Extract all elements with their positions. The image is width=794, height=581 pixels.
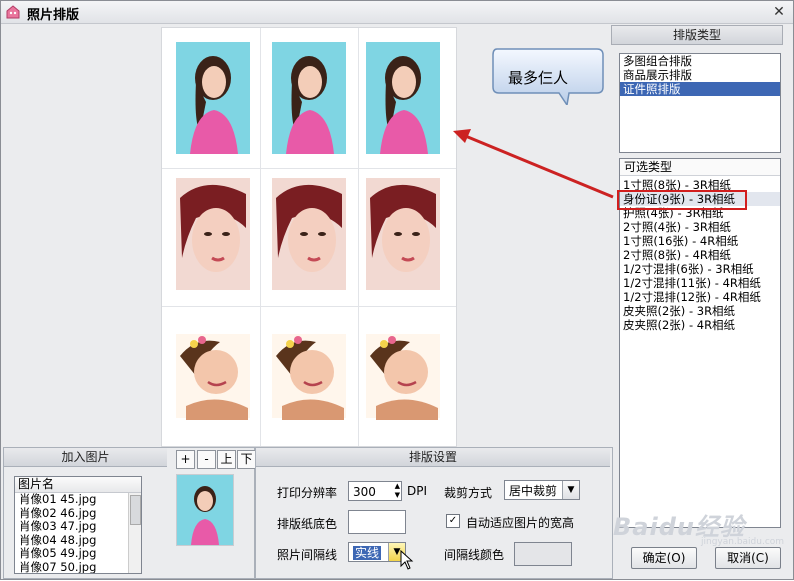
- file-list-item[interactable]: 肖像05 49.jpg: [15, 546, 141, 561]
- move-down-button[interactable]: 下: [237, 450, 256, 469]
- highlight-box: [617, 190, 747, 210]
- spacing-line-label: 照片间隔线: [277, 548, 338, 562]
- id-photo: [272, 178, 346, 290]
- add-image-button[interactable]: +: [176, 450, 195, 469]
- selectable-type-item[interactable]: 1寸照(16张) - 4R相纸: [620, 234, 780, 248]
- dpi-label: 打印分辨率: [277, 486, 338, 500]
- cancel-button[interactable]: 取消(C): [715, 547, 781, 569]
- selectable-type-item[interactable]: 1/2寸混排(12张) - 4R相纸: [620, 290, 780, 304]
- close-icon[interactable]: ✕: [771, 4, 787, 20]
- file-list-item[interactable]: 肖像03 47.jpg: [15, 519, 141, 534]
- selectable-type-item[interactable]: 2寸照(8张) - 4R相纸: [620, 248, 780, 262]
- title-bar: 照片排版 ✕: [1, 1, 793, 24]
- layout-type-title: 排版类型: [611, 25, 783, 45]
- bg-color-label: 排版纸底色: [277, 517, 338, 531]
- selectable-type-item[interactable]: 皮夹照(2张) - 4R相纸: [620, 318, 780, 332]
- id-photo: [366, 42, 440, 154]
- id-photo: [176, 316, 250, 428]
- ok-button[interactable]: 确定(O): [631, 547, 697, 569]
- selectable-type-list[interactable]: 可选类型 1寸照(8张) - 3R相纸 身份证(9张) - 3R相纸 护照(4张) …: [619, 158, 781, 528]
- selectable-type-item[interactable]: 皮夹照(2张) - 3R相纸: [620, 304, 780, 318]
- preview-sheet: [161, 27, 457, 447]
- spacing-color-swatch[interactable]: [514, 542, 572, 566]
- file-list-scrollbar[interactable]: [128, 493, 141, 573]
- id-photo: [366, 316, 440, 428]
- add-images-title: 加入图片: [4, 448, 167, 467]
- dpi-value: 300: [353, 485, 376, 499]
- file-list-item[interactable]: 肖像02 46.jpg: [15, 506, 141, 521]
- add-images-panel: 加入图片 + - 上 下 图片名 肖像01 45.jpg 肖像02 46.jpg 肖…: [3, 447, 256, 579]
- window-title: 照片排版: [27, 8, 80, 23]
- selectable-type-header: 可选类型: [620, 159, 780, 176]
- grid-divider: [162, 306, 456, 307]
- move-up-button[interactable]: 上: [217, 450, 236, 469]
- dpi-stepper[interactable]: 300 ▲ ▼: [348, 481, 402, 501]
- photo-layout-window: 照片排版 ✕ 最多仨人 排版类型 多图组合排版 商品展示排版 证件照排版 可选类型 …: [0, 0, 794, 580]
- crop-label: 裁剪方式: [444, 486, 493, 500]
- selectable-type-item[interactable]: 2寸照(4张) - 3R相纸: [620, 220, 780, 234]
- file-list[interactable]: 图片名 肖像01 45.jpg 肖像02 46.jpg 肖像03 47.jpg 肖像0…: [14, 476, 142, 574]
- id-photo: [366, 178, 440, 290]
- remove-image-button[interactable]: -: [197, 450, 216, 469]
- layout-type-item[interactable]: 多图组合排版: [620, 54, 780, 68]
- dpi-unit: DPI: [407, 484, 428, 498]
- grid-divider: [358, 28, 359, 446]
- autofit-checkbox[interactable]: ✓: [446, 514, 460, 528]
- layout-type-item[interactable]: 证件照排版: [620, 82, 780, 96]
- file-list-item[interactable]: 肖像01 45.jpg: [15, 492, 141, 507]
- file-list-item[interactable]: 肖像07 50.jpg: [15, 560, 141, 573]
- portrait-thumbnail: [177, 475, 233, 545]
- grid-divider: [162, 168, 456, 169]
- thumbnail-preview: [176, 474, 234, 546]
- bg-color-swatch[interactable]: [348, 510, 406, 534]
- selectable-type-item[interactable]: 1/2寸混排(6张) - 3R相纸: [620, 262, 780, 276]
- spacing-line-select[interactable]: 实线 ▼: [348, 542, 406, 562]
- id-photo: [176, 42, 250, 154]
- layout-settings-title: 排版设置: [256, 448, 610, 467]
- autofit-label: 自动适应图片的宽高: [466, 516, 575, 530]
- callout-text: 最多仨人: [508, 69, 569, 87]
- chevron-down-icon[interactable]: ▼: [562, 481, 579, 499]
- crop-select[interactable]: 居中裁剪 ▼: [504, 480, 580, 500]
- grid-divider: [260, 28, 261, 446]
- layout-type-item[interactable]: 商品展示排版: [620, 68, 780, 82]
- app-icon: [6, 5, 20, 19]
- spacing-color-label: 间隔线颜色: [444, 548, 505, 562]
- id-photo: [272, 42, 346, 154]
- id-photo: [272, 316, 346, 428]
- layout-type-list[interactable]: 多图组合排版 商品展示排版 证件照排版: [619, 53, 781, 153]
- file-list-item[interactable]: 肖像04 48.jpg: [15, 533, 141, 548]
- id-photo: [176, 178, 250, 290]
- spacing-line-value: 实线: [353, 546, 382, 560]
- file-list-header: 图片名: [15, 477, 141, 493]
- mouse-cursor-icon: [400, 550, 414, 570]
- watermark-sub: jingyan.baidu.com: [701, 537, 785, 547]
- crop-value: 居中裁剪: [509, 484, 558, 498]
- selectable-type-item[interactable]: 1/2寸混排(11张) - 4R相纸: [620, 276, 780, 290]
- stepper-arrows-icon[interactable]: ▲ ▼: [395, 482, 400, 500]
- layout-settings-panel: 排版设置 打印分辨率 300 ▲ ▼ DPI 裁剪方式 居中裁剪 ▼ 排版纸底色 …: [255, 447, 613, 579]
